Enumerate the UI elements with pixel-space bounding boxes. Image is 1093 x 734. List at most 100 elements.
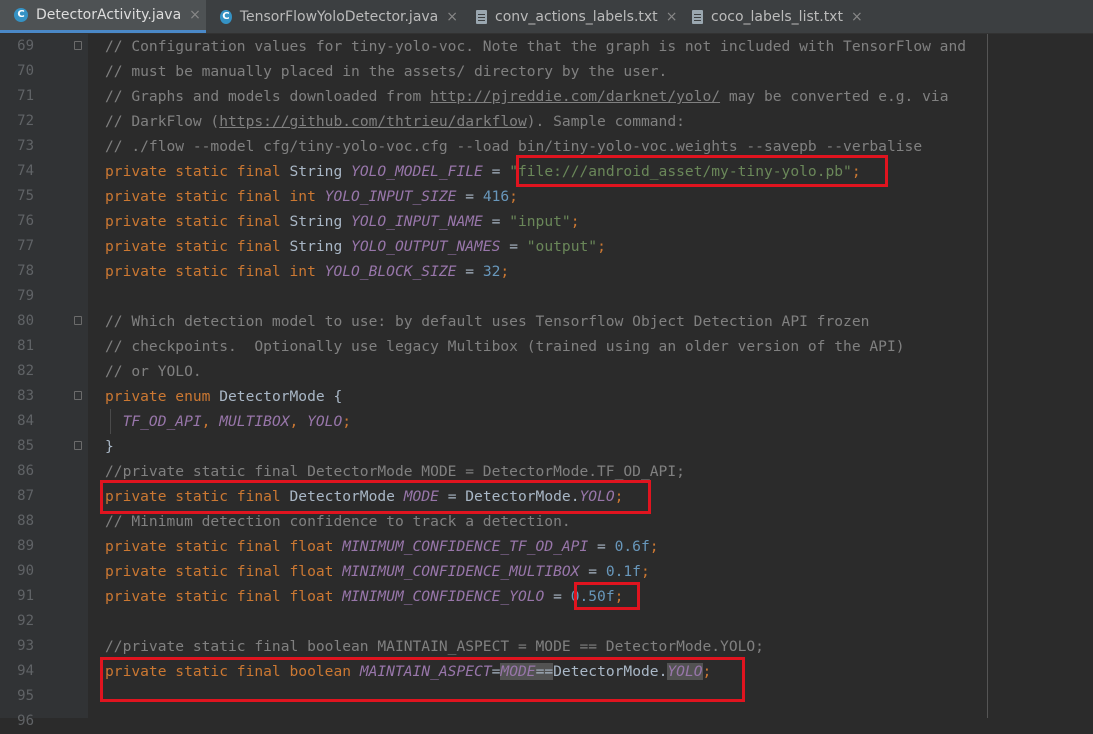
line-number: 71: [17, 88, 34, 104]
code-token: YOLO_INPUT_NAME: [351, 213, 483, 230]
code-token: = DetectorMode.: [438, 488, 580, 505]
code-token: //private static final boolean MAINTAIN_…: [105, 638, 764, 655]
code-token: https://github.com/thtrieu/darkflow: [219, 113, 527, 130]
code-token: 416: [482, 188, 510, 205]
code-line[interactable]: 81 // checkpoints. Optionally use legacy …: [0, 334, 1093, 359]
code-line[interactable]: 85}: [0, 434, 1093, 459]
code-token: }: [105, 438, 114, 455]
line-number: 85: [17, 438, 34, 454]
code-token: // or YOLO.: [105, 363, 202, 380]
code-token: =: [456, 188, 483, 205]
line-number: 76: [17, 213, 34, 229]
code-token: private enum: [105, 388, 220, 405]
tab-conv-actions-labels[interactable]: conv_actions_labels.txt ×: [462, 0, 678, 33]
line-number: 83: [17, 388, 34, 404]
line-number: 84: [17, 413, 34, 429]
code-token: // checkpoints. Optionally use legacy Mu…: [105, 338, 905, 355]
line-number: 88: [17, 513, 34, 529]
code-editor[interactable]: 69 // Configuration values for tiny-yolo-…: [0, 34, 1093, 734]
fold-marker-icon[interactable]: [74, 41, 82, 50]
code-line[interactable]: 91 private static final float MINIMUM_CON…: [0, 584, 1093, 609]
code-line[interactable]: 88 // Minimum detection confidence to tra…: [0, 509, 1093, 534]
code-line[interactable]: 80 // Which detection model to use: by de…: [0, 309, 1093, 334]
code-line[interactable]: 69 // Configuration values for tiny-yolo-…: [0, 34, 1093, 59]
code-line[interactable]: 73 // ./flow --model cfg/tiny-yolo-voc.cf…: [0, 134, 1093, 159]
code-line[interactable]: 74 private static final String YOLO_MODEL…: [0, 159, 1093, 184]
code-line[interactable]: 75 private static final int YOLO_INPUT_SI…: [0, 184, 1093, 209]
code-line[interactable]: 95: [0, 684, 1093, 709]
code-text: TF_OD_API, MULTIBOX, YOLO;: [105, 409, 351, 434]
code-token: YOLO_OUTPUT_NAMES: [351, 238, 501, 255]
code-token: ). Sample command:: [526, 113, 685, 130]
code-token: YOLO: [579, 488, 615, 505]
tab-detector-activity[interactable]: C DetectorActivity.java ×: [0, 0, 206, 33]
line-number: 81: [17, 338, 34, 354]
code-line[interactable]: 86 //private static final DetectorMode MO…: [0, 459, 1093, 484]
line-number: 91: [17, 588, 34, 604]
code-token: ,: [289, 413, 308, 430]
close-icon[interactable]: ×: [666, 9, 678, 25]
close-icon[interactable]: ×: [446, 9, 458, 25]
code-token: MINIMUM_CONFIDENCE_YOLO: [342, 588, 545, 605]
code-line[interactable]: 94 private static final boolean MAINTAIN_…: [0, 659, 1093, 684]
fold-marker-icon[interactable]: [74, 316, 82, 325]
code-line[interactable]: 71 // Graphs and models downloaded from h…: [0, 84, 1093, 109]
code-text: // or YOLO.: [105, 359, 202, 384]
code-line[interactable]: 76 private static final String YOLO_INPUT…: [0, 209, 1093, 234]
code-token: private static final: [105, 238, 290, 255]
code-token: =: [482, 213, 510, 230]
code-token: "input": [509, 213, 571, 230]
line-number: 78: [17, 263, 34, 279]
text-file-icon: [476, 9, 487, 24]
close-icon[interactable]: ×: [189, 7, 201, 23]
code-text: private static final String YOLO_OUTPUT_…: [105, 234, 606, 259]
code-line[interactable]: 87 private static final DetectorMode MODE…: [0, 484, 1093, 509]
line-number: 92: [17, 613, 34, 629]
code-token: DetectorMode: [289, 488, 404, 505]
code-text: private enum DetectorMode {: [105, 384, 342, 409]
fold-marker-icon[interactable]: [74, 391, 82, 400]
code-line[interactable]: 89 private static final float MINIMUM_CON…: [0, 534, 1093, 559]
code-line[interactable]: 83 private enum DetectorMode {: [0, 384, 1093, 409]
line-number: 77: [17, 238, 34, 254]
code-token: YOLO: [307, 413, 343, 430]
code-line[interactable]: 84 TF_OD_API, MULTIBOX, YOLO;: [0, 409, 1093, 434]
code-line[interactable]: 70 // must be manually placed in the asse…: [0, 59, 1093, 84]
code-line[interactable]: 82 // or YOLO.: [0, 359, 1093, 384]
code-token: // Minimum detection confidence to track…: [105, 513, 571, 530]
close-icon[interactable]: ×: [851, 9, 863, 25]
code-token: TF_OD_API: [122, 413, 202, 430]
code-line[interactable]: 96: [0, 709, 1093, 734]
code-text: // checkpoints. Optionally use legacy Mu…: [105, 334, 905, 359]
code-token: // Which detection model to use: by defa…: [105, 313, 870, 330]
code-line[interactable]: 77 private static final String YOLO_OUTPU…: [0, 234, 1093, 259]
tab-coco-labels-list[interactable]: coco_labels_list.txt ×: [678, 0, 878, 33]
code-token: ;: [342, 413, 352, 430]
code-token: String: [289, 163, 352, 180]
code-token: // DarkFlow (: [105, 113, 220, 130]
line-number: 95: [17, 688, 34, 704]
code-token: ;: [851, 163, 861, 180]
code-token: ,: [201, 413, 220, 430]
code-token: =: [544, 588, 571, 605]
code-token: private static final int: [105, 188, 325, 205]
code-token: YOLO_INPUT_SIZE: [324, 188, 457, 205]
fold-marker-icon[interactable]: [74, 441, 82, 450]
code-line[interactable]: 79: [0, 284, 1093, 309]
code-token: may be converted e.g. via: [720, 88, 949, 105]
code-line[interactable]: 78 private static final int YOLO_BLOCK_SI…: [0, 259, 1093, 284]
code-line[interactable]: 72 // DarkFlow (https://github.com/thtrie…: [0, 109, 1093, 134]
code-token: ;: [614, 488, 624, 505]
line-number: 93: [17, 638, 34, 654]
code-line[interactable]: 90 private static final float MINIMUM_CON…: [0, 559, 1093, 584]
code-line[interactable]: 92: [0, 609, 1093, 634]
tab-tensorflow-yolo-detector[interactable]: C TensorFlowYoloDetector.java ×: [206, 0, 458, 33]
code-token: MINIMUM_CONFIDENCE_MULTIBOX: [342, 563, 580, 580]
line-number: 89: [17, 538, 34, 554]
java-class-icon: C: [220, 9, 232, 24]
code-token: MINIMUM_CONFIDENCE_TF_OD_API: [342, 538, 589, 555]
code-text: private static final DetectorMode MODE =…: [105, 484, 623, 509]
code-line[interactable]: 93 //private static final boolean MAINTAI…: [0, 634, 1093, 659]
code-token: http://pjreddie.com/darknet/yolo/: [430, 88, 721, 105]
code-token: ;: [640, 563, 650, 580]
